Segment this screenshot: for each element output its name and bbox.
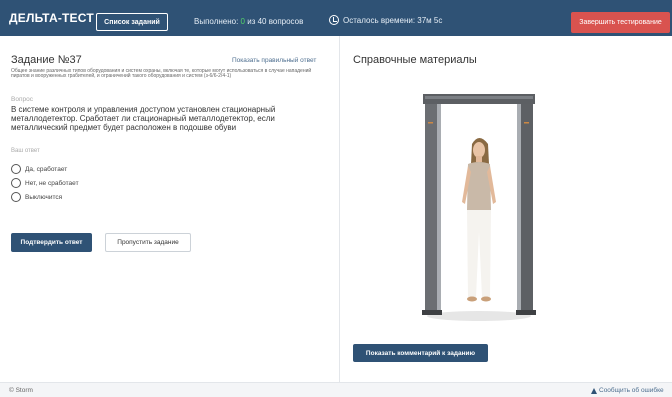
report-error-label: Сообщить об ошибке [599,387,664,394]
option-label: Нет, не сработает [25,179,79,187]
skip-task-button[interactable]: Пропустить задание [105,233,191,252]
clock-icon [329,15,339,25]
task-panel: Задание №37 Показать правильный ответ Об… [0,36,340,382]
finish-test-button[interactable]: Завершить тестирование [571,12,670,33]
question-label: Вопрос [11,96,33,103]
option-label: Выключится [25,193,63,201]
footer: © Storm Сообщить об ошибке [0,382,672,397]
metal-detector-image [419,92,539,324]
answer-label: Ваш ответ [11,148,40,154]
radio-button[interactable] [11,178,21,188]
report-error-link[interactable]: Сообщить об ошибке [591,387,664,394]
walkthrough-metal-detector-icon [422,94,536,321]
option-label: Да, сработает [25,165,68,173]
progress-status: Выполнено: 0 из 40 вопросов [194,17,303,26]
timer-text: Осталось времени: 37м 5с [343,15,443,25]
answer-option[interactable]: Выключится [11,192,62,202]
answer-option[interactable]: Нет, не сработает [11,178,79,188]
reference-panel: Справочные материалы Показать комментари… [341,36,672,382]
radio-button[interactable] [11,192,21,202]
task-list-button[interactable]: Список заданий [96,13,168,31]
reference-title: Справочные материалы [353,54,477,66]
top-bar: ДЕЛЬТА-ТЕСТ Список заданий Выполнено: 0 … [0,0,672,36]
task-title: Задание №37 [11,54,82,66]
warning-icon [591,387,597,394]
app-logo: ДЕЛЬТА-ТЕСТ [9,11,94,25]
show-answer-link[interactable]: Показать правильный ответ [232,57,316,64]
task-description: Общее знание различных типов оборудовани… [11,68,312,80]
radio-button[interactable] [11,164,21,174]
time-remaining: Осталось времени: 37м 5с [329,15,442,25]
show-comment-button[interactable]: Показать комментарий к заданию [353,344,488,362]
copyright: © Storm [9,387,33,394]
answer-option[interactable]: Да, сработает [11,164,67,174]
confirm-answer-button[interactable]: Подтвердить ответ [11,233,92,252]
progress-suffix: из 40 вопросов [245,17,304,26]
question-text: В системе контроля и управления доступом… [11,105,276,132]
progress-prefix: Выполнено: [194,17,241,26]
